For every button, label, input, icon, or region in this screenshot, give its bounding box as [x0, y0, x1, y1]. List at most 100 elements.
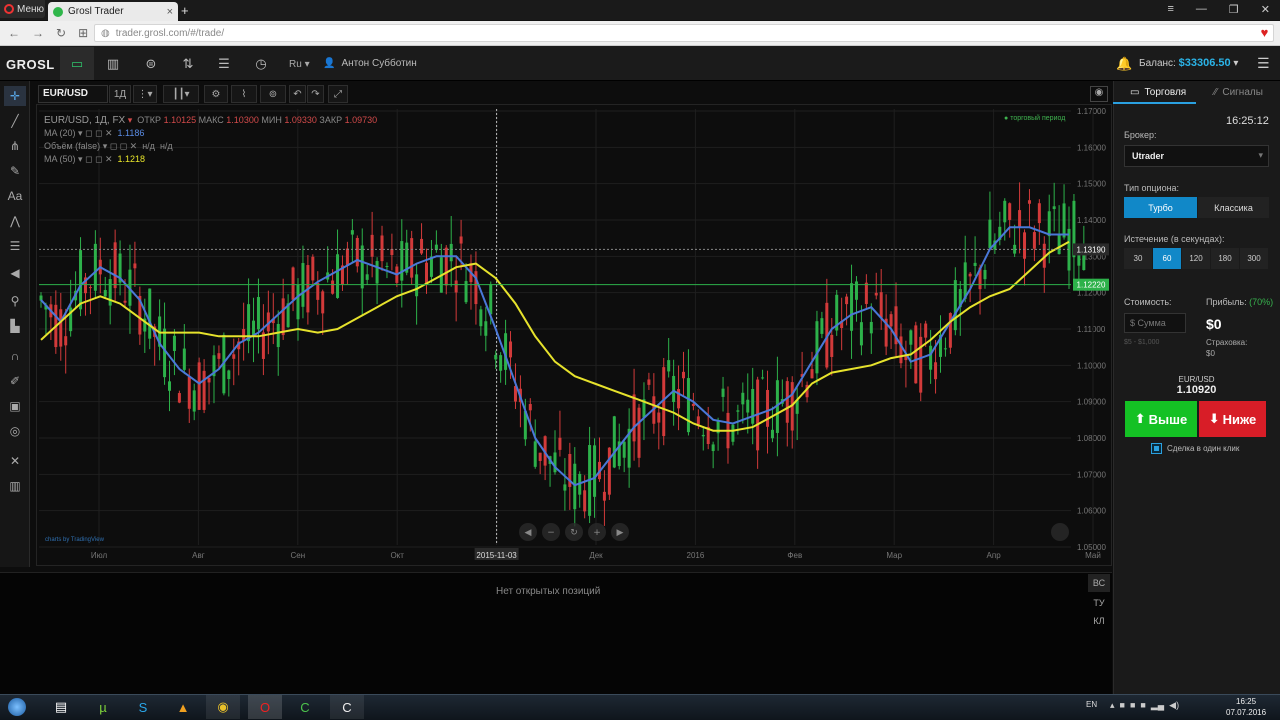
balance[interactable]: Баланс: $33306.50 ▾	[1139, 57, 1238, 69]
positions-tab-open[interactable]: ТУ	[1088, 594, 1110, 612]
tray-app-icon[interactable]: ■	[1130, 700, 1135, 711]
arrow-tool-icon[interactable]: ◀	[4, 263, 26, 283]
nav-trade-monitor[interactable]: ▭	[60, 47, 94, 80]
nav-history[interactable]: ◷	[244, 47, 278, 80]
one-click-trade-toggle[interactable]: Сделка в один клик	[1151, 443, 1239, 454]
more-options-icon[interactable]: ⋮▾	[133, 85, 157, 103]
y-tick-label: 1.15000	[1077, 180, 1106, 189]
timeframe-button[interactable]: 1Д	[109, 85, 131, 103]
fib-tool-icon[interactable]: ☰	[4, 236, 26, 256]
eye-icon[interactable]: ◎	[4, 421, 26, 441]
price-chart[interactable]: 1.170001.160001.150001.140001.130001.120…	[37, 105, 1111, 565]
bookmark-heart-icon[interactable]: ♥	[1257, 25, 1272, 40]
camtasia-recorder-icon[interactable]: C	[330, 695, 364, 719]
text-tool-icon[interactable]: Aa	[4, 186, 26, 206]
expiry-180[interactable]: 180	[1211, 248, 1239, 269]
skype-icon[interactable]: S	[126, 695, 160, 719]
tools-icon[interactable]: ✕	[4, 451, 26, 471]
start-button-icon[interactable]	[0, 695, 34, 719]
expiry-120[interactable]: 120	[1182, 248, 1210, 269]
expiry-60[interactable]: 60	[1153, 248, 1181, 269]
browser-tab[interactable]: Grosl Trader ×	[48, 2, 178, 21]
opera-taskbar-icon[interactable]: O	[248, 695, 282, 719]
network-icon[interactable]: ▂▄	[1151, 700, 1164, 711]
tray-app-icon[interactable]: ■	[1120, 700, 1125, 711]
back-icon[interactable]: ←	[8, 26, 20, 40]
candle-body	[336, 254, 340, 298]
brush-tool-icon[interactable]: ✎	[4, 161, 26, 181]
candles-type-icon[interactable]: ┃┃▾	[163, 85, 199, 103]
magnet-icon[interactable]: ∩	[4, 346, 26, 366]
positions-tab-all[interactable]: ВС	[1088, 574, 1110, 592]
language-select[interactable]: Ru ▾	[289, 59, 310, 70]
bell-icon[interactable]: 🔔	[1116, 56, 1132, 72]
new-tab-icon[interactable]: +	[181, 3, 189, 18]
compare-icon[interactable]: ⊚	[260, 85, 286, 103]
amount-input[interactable]: $ Сумма	[1124, 313, 1186, 333]
zoom-icon[interactable]: ⚲	[4, 291, 26, 311]
trend-line-tool-icon[interactable]: ╱	[4, 111, 26, 131]
tray-arrow-icon[interactable]: ▴	[1110, 700, 1115, 711]
nav-settings[interactable]: ☰	[207, 47, 241, 80]
nav-finance[interactable]: ⊜	[134, 47, 168, 80]
put-down-button[interactable]: ⬇ Ниже	[1199, 401, 1266, 437]
redo-icon[interactable]: ↷	[307, 85, 324, 103]
checkbox[interactable]	[1151, 443, 1162, 454]
candle-body	[583, 490, 587, 512]
call-up-button[interactable]: ⬆ Выше	[1125, 401, 1197, 437]
keyboard-language[interactable]: EN	[1086, 700, 1097, 709]
candle-body	[1057, 233, 1061, 255]
tab-signals[interactable]: ⁄⁄ Сигналы	[1214, 81, 1263, 103]
undo-icon[interactable]: ↶	[289, 85, 306, 103]
close-tab-icon[interactable]: ×	[167, 6, 173, 18]
symbol-input[interactable]: EUR/USD	[38, 85, 108, 103]
window-controls: ≡ — ❐ ✕	[1157, 0, 1280, 18]
nav-charts[interactable]: ▥	[96, 47, 130, 80]
measure-icon[interactable]: ▙	[4, 316, 26, 336]
tabs-menu-icon[interactable]: ≡	[1167, 3, 1173, 15]
notepad-icon[interactable]: ▤	[44, 695, 78, 719]
taskbar-clock[interactable]: 16:25 07.07.2016	[1226, 696, 1266, 718]
camtasia-icon[interactable]: C	[288, 695, 322, 719]
ma20-legend[interactable]: MA (20) ▾ ◻ ◻ ✕ 1.1186	[44, 127, 377, 140]
user-menu[interactable]: 👤 Антон Субботин	[323, 58, 417, 69]
pattern-tool-icon[interactable]: ⋀	[4, 211, 26, 231]
expiry-30[interactable]: 30	[1124, 248, 1152, 269]
minimize-icon[interactable]: —	[1196, 3, 1207, 15]
tray-app-icon[interactable]: ■	[1140, 700, 1145, 711]
fork-tool-icon[interactable]: ⋔	[4, 136, 26, 156]
volume-icon[interactable]: ◀)	[1169, 700, 1179, 711]
indicators-icon[interactable]: ⌇	[231, 85, 257, 103]
crosshair-tool-icon[interactable]: ✛	[4, 86, 26, 106]
positions-tab-closed[interactable]: КЛ	[1088, 612, 1110, 630]
candle-body	[103, 290, 107, 297]
option-classic-button[interactable]: Классика	[1198, 197, 1269, 218]
expiry-300[interactable]: 300	[1240, 248, 1268, 269]
browser-menu-button[interactable]: Меню	[0, 0, 45, 18]
scroll-right-button[interactable]	[1051, 523, 1069, 541]
trash-icon[interactable]: ▥	[4, 476, 26, 496]
chart-area[interactable]: 1.17000 1.16000 1.15000 1.14000 1.13000 1.120…	[36, 104, 1112, 566]
utorrent-icon[interactable]: µ	[86, 695, 120, 719]
lock-icon[interactable]: ▣	[4, 396, 26, 416]
candle-body	[563, 484, 567, 491]
tab-trading[interactable]: ▭ Торговля	[1130, 81, 1186, 103]
speed-dial-icon[interactable]: ⊞	[78, 26, 88, 40]
option-turbo-button[interactable]: Турбо	[1124, 197, 1197, 218]
maximize-icon[interactable]: ❐	[1229, 3, 1239, 16]
url-field[interactable]: ◍ trader.grosl.com/#/trade/	[94, 24, 1274, 42]
ma50-legend[interactable]: MA (50) ▾ ◻ ◻ ✕ 1.1218	[44, 153, 377, 166]
gear-icon[interactable]: ⚙	[204, 85, 228, 103]
chrome-icon[interactable]: ◉	[206, 695, 240, 719]
vlc-icon[interactable]: ▲	[166, 695, 200, 719]
broker-select[interactable]: Utrader ▾	[1124, 145, 1269, 167]
pencil-icon[interactable]: ✐	[4, 371, 26, 391]
close-window-icon[interactable]: ✕	[1261, 3, 1270, 16]
nav-sort[interactable]: ⇅	[171, 47, 205, 80]
forward-icon[interactable]: →	[32, 26, 44, 40]
volume-legend[interactable]: Объём (false) ▾ ◻ ◻ ✕ н/д н/д	[44, 140, 377, 153]
camera-icon[interactable]: ◉	[1090, 86, 1108, 102]
reload-icon[interactable]: ↻	[56, 26, 66, 40]
fullscreen-icon[interactable]: ⤢	[328, 85, 348, 103]
hamburger-menu-icon[interactable]: ☰	[1257, 55, 1270, 72]
